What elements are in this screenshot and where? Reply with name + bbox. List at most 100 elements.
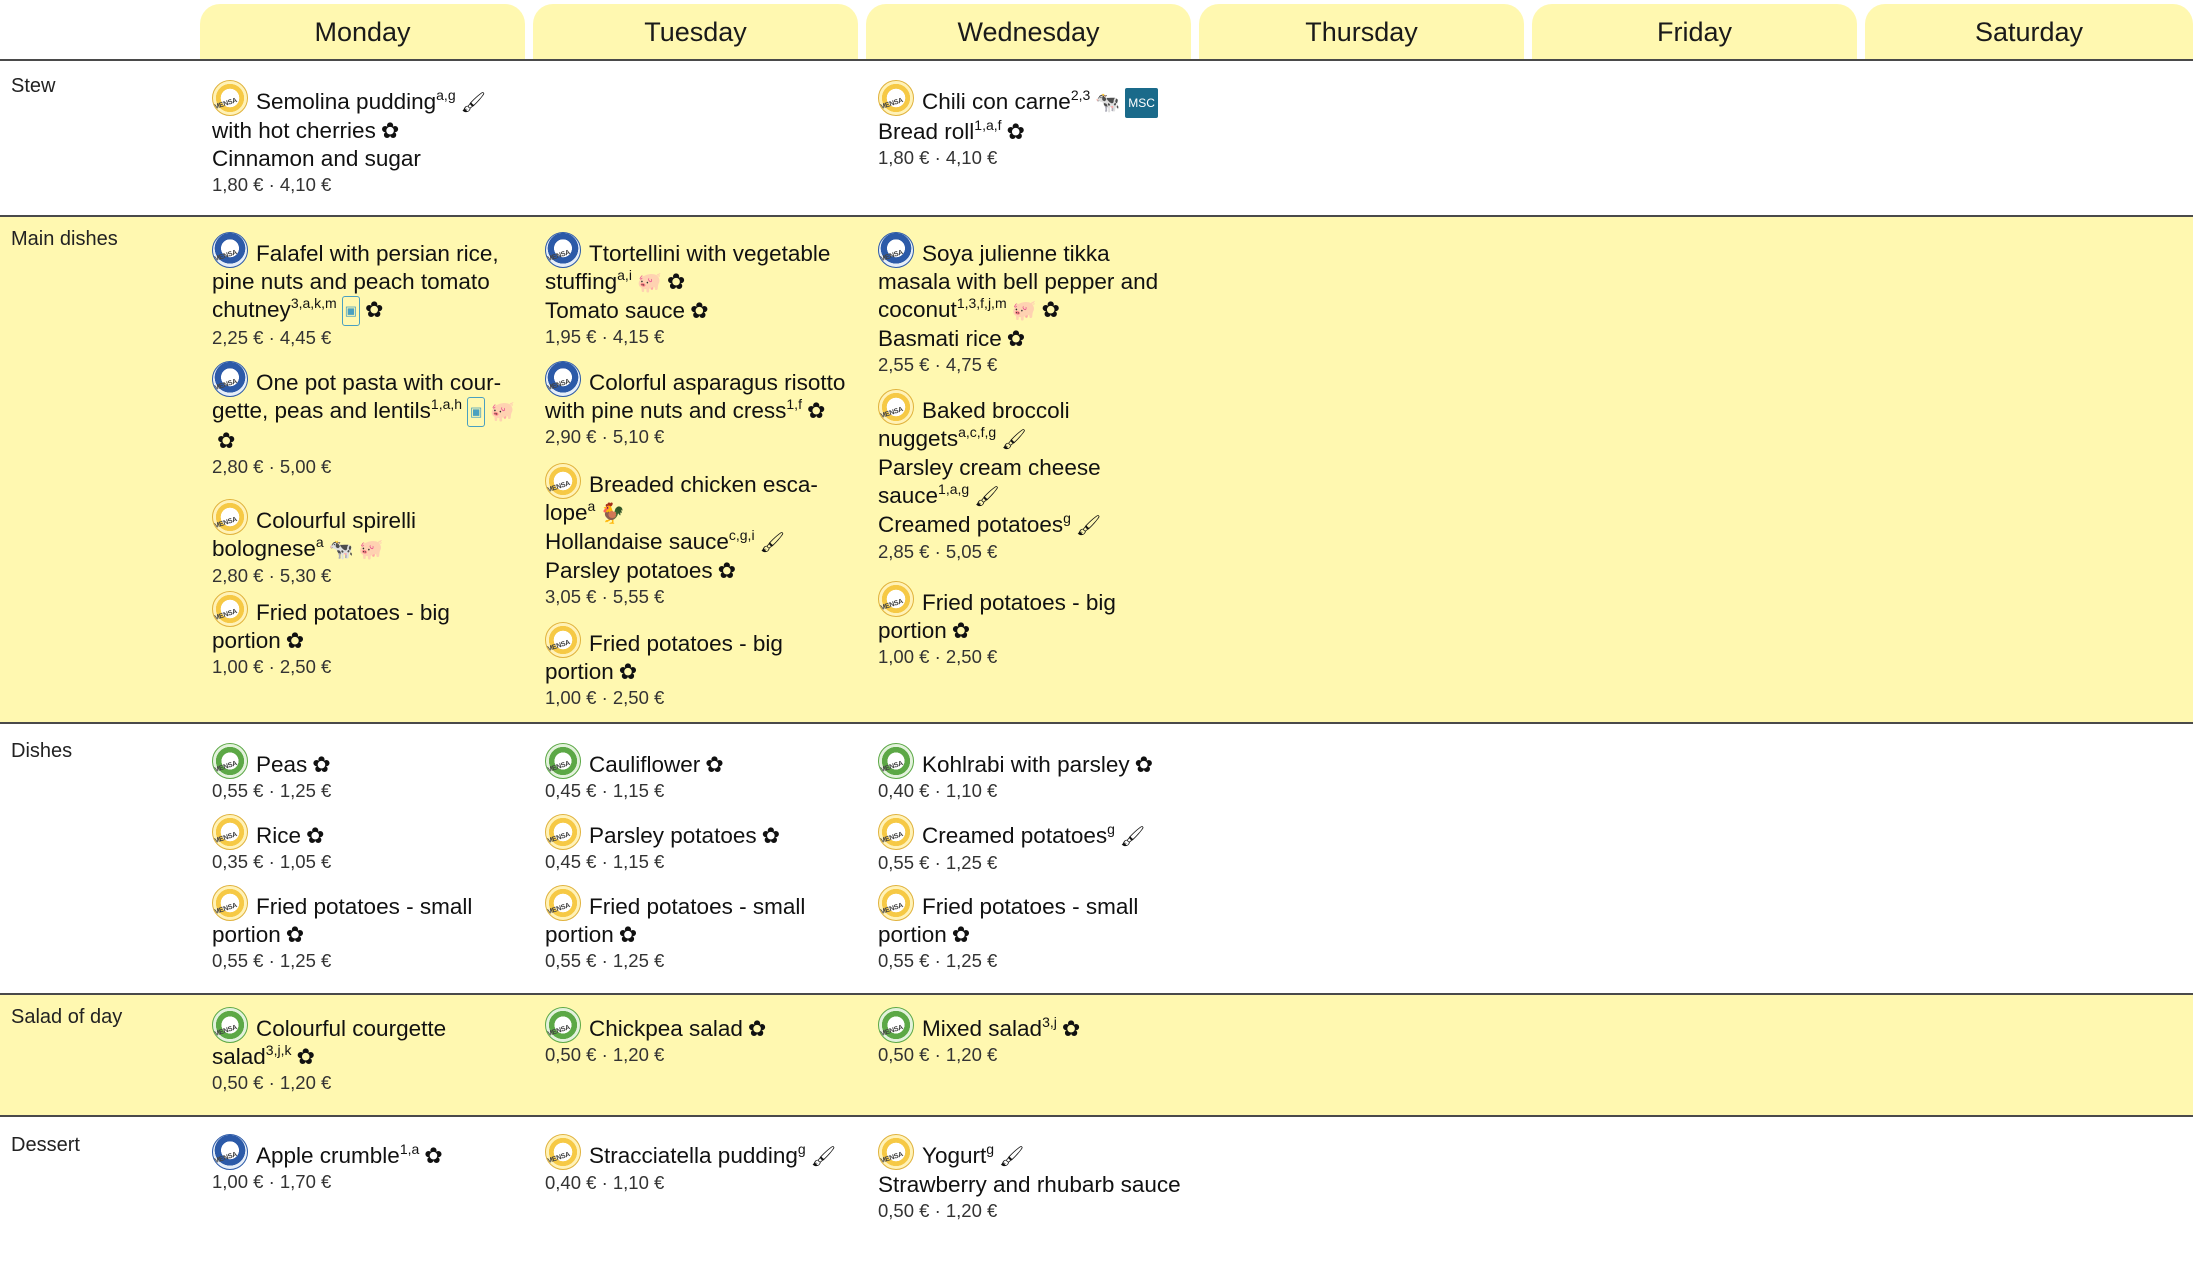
day-header-wednesday[interactable]: Wednesday bbox=[866, 4, 1191, 60]
mensa-classic-icon: MENSA CLASSIC bbox=[545, 1134, 581, 1170]
allergen-codes: 1,a,f bbox=[974, 117, 1002, 133]
dish-line: MENSA ACTIVE Mixed salad3,j ✿ bbox=[878, 1007, 1188, 1043]
mensa-classic-icon: MENSA CLASSIC bbox=[212, 80, 248, 116]
day-header-monday[interactable]: Monday bbox=[200, 4, 525, 60]
menu-item[interactable]: MENSA CLASSICBreaded chicken esca-lopea🐓… bbox=[545, 463, 855, 609]
logo-mark: MENSA CLASSIC bbox=[546, 902, 571, 917]
menu-item[interactable]: MENSA GLOBALColorful asparagus risotto w… bbox=[545, 361, 855, 449]
side-dish: Parsley cream cheese sauce1,a,g 🖌 bbox=[878, 454, 1188, 511]
menu-item[interactable]: MENSA CLASSICFried potatoes - big portio… bbox=[212, 591, 522, 679]
dish-line: MENSA CLASSICFried potatoes - small port… bbox=[212, 885, 522, 949]
menu-item[interactable]: MENSA GLOBALTtortellini with vegetable s… bbox=[545, 232, 855, 349]
mensa-classic-icon: MENSA CLASSIC bbox=[878, 389, 914, 425]
climate-plate-icon: ▣ bbox=[467, 397, 486, 427]
menu-item[interactable]: MENSA CLASSICChili con carne2,3🐄MSCBread… bbox=[878, 80, 1188, 170]
price: 0,35 € · 1,05 € bbox=[212, 851, 332, 872]
dish-name: Creamed potatoes bbox=[922, 823, 1108, 848]
allergen-codes: g bbox=[1063, 510, 1071, 526]
menu-item[interactable]: MENSA CLASSICFried potatoes - small port… bbox=[878, 885, 1188, 973]
mensa-global-icon: MENSA GLOBAL bbox=[545, 232, 581, 268]
menu-item[interactable]: MENSA GLOBALSoya julienne tikka masala w… bbox=[878, 232, 1188, 377]
allergen-codes: g bbox=[986, 1141, 995, 1157]
menu-item[interactable]: MENSA CLASSICFried potatoes - small port… bbox=[212, 885, 522, 973]
menu-item[interactable]: MENSA CLASSICFried potatoes - big portio… bbox=[545, 622, 855, 710]
menu-item[interactable]: MENSA GLOBALFalafel with persian rice, p… bbox=[212, 232, 522, 350]
day-header-friday[interactable]: Friday bbox=[1532, 4, 1857, 60]
dish-name: Chickpea salad bbox=[589, 1016, 743, 1041]
menu-item[interactable]: MENSA ACTIVE Cauliflower✿ 0,45 € · 1,15 € bbox=[545, 743, 855, 803]
dish-line: MENSA CLASSICBaked broccoli nuggetsa,c,f… bbox=[878, 389, 1188, 454]
logo-mark: MENSA CLASSIC bbox=[546, 480, 571, 495]
menu-item[interactable]: MENSA ACTIVE Peas✿ 0,55 € · 1,25 € bbox=[212, 743, 522, 803]
logo-mark: MENSA CLASSIC bbox=[879, 97, 904, 112]
flower-icon: ✿ bbox=[690, 298, 709, 323]
allergen-codes: g bbox=[797, 1141, 806, 1157]
price: 2,85 € · 5,05 € bbox=[878, 541, 998, 562]
dish-name: Fried potatoes - small portion bbox=[545, 894, 806, 947]
menu-item[interactable]: MENSA CLASSIC Parsley potatoes✿ 0,45 € · 1… bbox=[545, 814, 855, 874]
price: 0,50 € · 1,20 € bbox=[878, 1044, 998, 1065]
menu-item[interactable]: MENSA CLASSIC Yogurtg🖌 Strawberry and rhub… bbox=[878, 1134, 1188, 1223]
msc-icon: MSC bbox=[1125, 88, 1158, 118]
logo-mark: MENSA GLOBAL bbox=[879, 249, 904, 264]
dish-name: Parsley potatoes bbox=[589, 823, 757, 848]
price: 1,00 € · 1,70 € bbox=[212, 1171, 332, 1192]
paintbrush-icon: 🖌 bbox=[759, 532, 785, 554]
side-dish-name: Basmati rice bbox=[878, 326, 1002, 351]
dish-line: MENSA GLOBALSoya julienne tikka masala w… bbox=[878, 232, 1188, 325]
menu-item[interactable]: MENSA GLOBAL Apple crumble1,a✿ 1,00 € · 1,… bbox=[212, 1134, 522, 1194]
menu-item[interactable]: MENSA GLOBALOne pot pasta with cour-gett… bbox=[212, 361, 522, 479]
flower-icon: ✿ bbox=[717, 558, 737, 583]
logo-mark: MENSA GLOBAL bbox=[213, 249, 238, 264]
dish-name: Peas bbox=[256, 752, 308, 777]
dish-name: Semolina pudding bbox=[256, 89, 437, 114]
flower-icon: ✿ bbox=[285, 922, 305, 947]
logo-mark: MENSA CLASSIC bbox=[546, 831, 571, 846]
allergen-codes: g bbox=[1107, 821, 1115, 837]
cow-icon: 🐄 bbox=[1095, 92, 1121, 114]
menu-item[interactable]: MENSA CLASSICColourful spirelli bolognes… bbox=[212, 499, 522, 588]
menu-item[interactable]: MENSA CLASSICFried potatoes - big portio… bbox=[878, 581, 1188, 669]
logo-mark: MENSA CLASSIC bbox=[879, 902, 904, 917]
side-dish: with hot cherries ✿ bbox=[212, 117, 522, 145]
menu-item[interactable]: MENSA CLASSIC Semolina puddinga,g🖌 with ho… bbox=[212, 80, 522, 197]
pig-icon: 🐖 bbox=[358, 539, 384, 561]
menu-item[interactable]: MENSA CLASSIC Creamed potatoesg🖌 0,55 € · … bbox=[878, 814, 1188, 875]
paintbrush-icon: 🖌 bbox=[810, 1146, 837, 1168]
dish-line: MENSA CLASSIC Chili con carne2,3🐄MSC bbox=[878, 80, 1188, 118]
side-dish-name: Tomato sauce bbox=[545, 298, 686, 323]
day-header-saturday[interactable]: Saturday bbox=[1865, 4, 2193, 60]
allergen-codes: a,i bbox=[617, 267, 632, 283]
price: 0,40 € · 1,10 € bbox=[878, 780, 998, 801]
menu-item[interactable]: MENSA CLASSIC Rice✿ 0,35 € · 1,05 € bbox=[212, 814, 522, 874]
menu-item[interactable]: MENSA CLASSIC Stracciatella puddingg🖌 0,40… bbox=[545, 1134, 855, 1195]
chicken-icon: 🐓 bbox=[600, 503, 626, 525]
price: 1,00 € · 2,50 € bbox=[878, 646, 998, 667]
price: 0,45 € · 1,15 € bbox=[545, 851, 665, 872]
price: 0,55 € · 1,25 € bbox=[545, 950, 665, 971]
menu-item[interactable]: MENSA CLASSICBaked broccoli nuggetsa,c,f… bbox=[878, 389, 1188, 564]
price: 2,80 € · 5,30 € bbox=[212, 565, 332, 586]
mensa-global-icon: MENSA GLOBAL bbox=[878, 232, 914, 268]
flower-icon: ✿ bbox=[618, 659, 638, 684]
dish-line: MENSA CLASSIC Yogurtg🖌 bbox=[878, 1134, 1188, 1171]
logo-mark: MENSA CLASSIC bbox=[879, 598, 904, 613]
day-header-thursday[interactable]: Thursday bbox=[1199, 4, 1524, 60]
menu-item[interactable]: MENSA ACTIVE Mixed salad3,j ✿ 0,50 € · 1,20… bbox=[878, 1007, 1188, 1067]
paintbrush-icon: 🖌 bbox=[460, 92, 486, 114]
side-dish: Cinnamon and sugar bbox=[212, 145, 522, 173]
mensa-active-icon: MENSA ACTIVE bbox=[878, 743, 914, 779]
menu-item[interactable]: MENSA CLASSICFried potatoes - small port… bbox=[545, 885, 855, 973]
menu-item[interactable]: MENSA ACTIVEColourful courgette salad3,j… bbox=[212, 1007, 522, 1095]
logo-mark: MENSA ACTIVE bbox=[213, 1024, 238, 1039]
category-main-dishes: Main dishes bbox=[11, 228, 118, 250]
flower-icon: ✿ bbox=[1061, 1016, 1081, 1041]
dish-name: Kohlrabi with parsley bbox=[922, 752, 1130, 777]
menu-item[interactable]: MENSA ACTIVE Chickpea salad✿ 0,50 € · 1,20… bbox=[545, 1007, 855, 1067]
price: 0,55 € · 1,25 € bbox=[878, 950, 998, 971]
menu-item[interactable]: MENSA ACTIVE Kohlrabi with parsley✿ 0,40 €… bbox=[878, 743, 1188, 803]
logo-mark: MENSA CLASSIC bbox=[213, 902, 238, 917]
dish-name: Stracciatella pudding bbox=[589, 1143, 798, 1168]
dish-line: MENSA ACTIVE Chickpea salad✿ bbox=[545, 1007, 855, 1043]
day-header-tuesday[interactable]: Tuesday bbox=[533, 4, 858, 60]
